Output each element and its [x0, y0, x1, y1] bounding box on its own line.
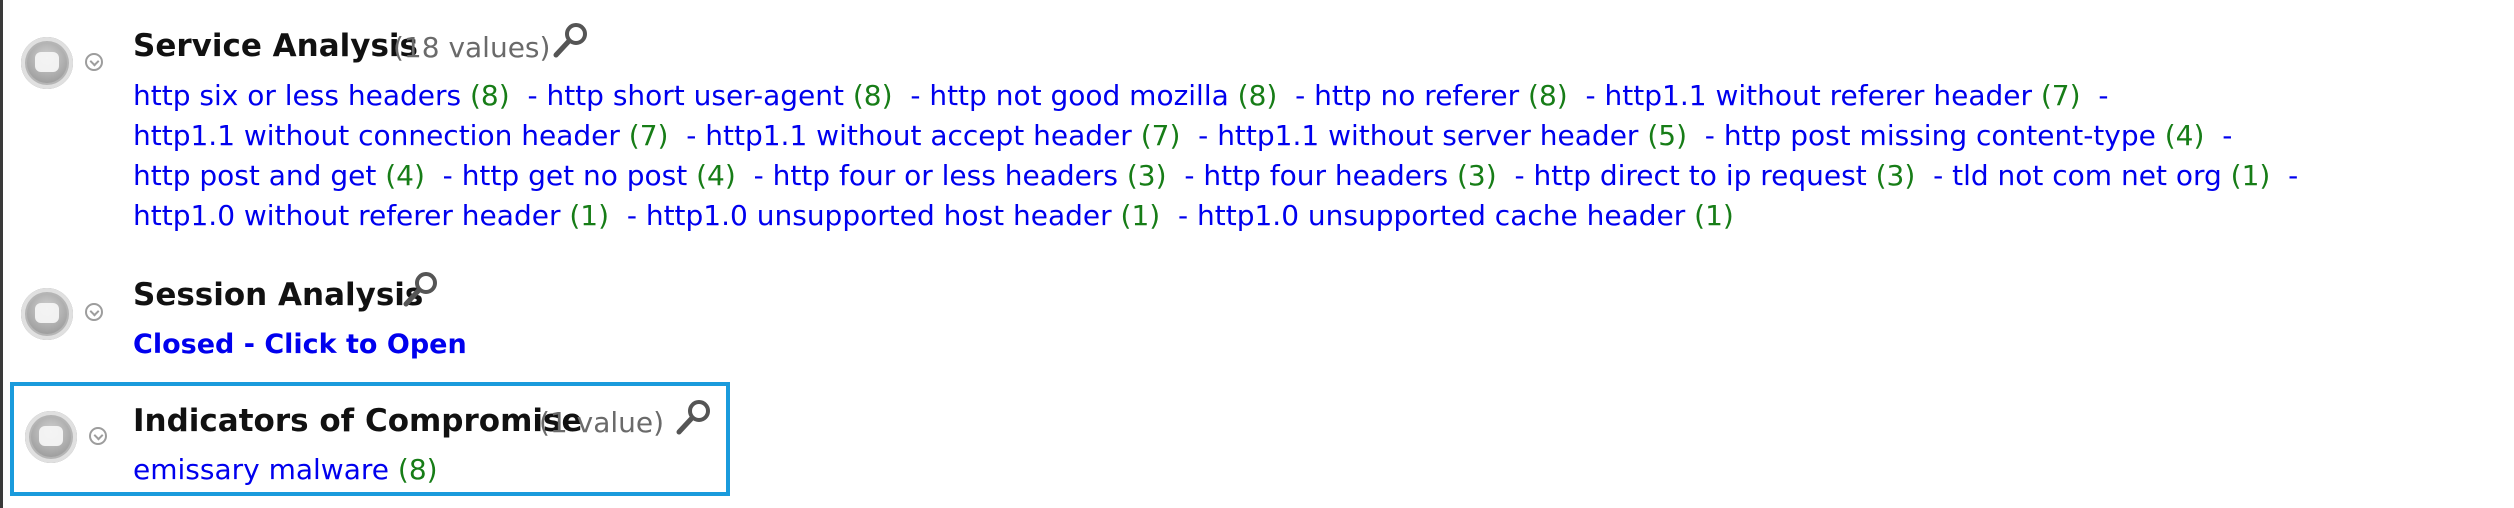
value-count: (7): [2031, 79, 2081, 112]
section-value-count: (18 values): [393, 31, 551, 64]
value-item: http1.0 without referer header (1): [133, 199, 609, 232]
value-item: http1.0 unsupported host header (1): [646, 199, 1160, 232]
value-count: (4): [687, 159, 736, 192]
magnifier-icon[interactable]: [675, 398, 713, 438]
section-value-count: (1 value): [539, 406, 665, 439]
value-item: http get no post (4): [462, 159, 736, 192]
section-title: Session Analysis: [133, 277, 424, 313]
drag-handle-icon[interactable]: [21, 288, 73, 340]
value-link[interactable]: http direct to ip request: [1533, 159, 1866, 192]
left-edge-rule: [0, 0, 3, 508]
value-separator: -: [1496, 159, 1534, 192]
chevron-down-icon[interactable]: [89, 427, 107, 445]
value-item: emissary malware (8): [133, 453, 438, 486]
value-link[interactable]: http post missing content-type: [1724, 119, 2156, 152]
value-item: tld not com net org (1): [1952, 159, 2270, 192]
value-item: http1.1 without accept header (7): [705, 119, 1180, 152]
value-count: (4): [376, 159, 425, 192]
chevron-down-icon[interactable]: [85, 303, 103, 321]
value-count: (3): [1866, 159, 1916, 192]
value-separator: -: [609, 199, 646, 232]
value-separator: -: [668, 119, 706, 152]
value-count: (8): [1228, 79, 1278, 112]
value-link[interactable]: http not good mozilla: [929, 79, 1228, 112]
value-count: (4): [2155, 119, 2205, 152]
value-item: http post missing content-type (4): [1724, 119, 2205, 152]
value-link[interactable]: http1.1 without connection header: [133, 119, 620, 152]
value-count: (3): [1448, 159, 1497, 192]
value-link[interactable]: http four headers: [1203, 159, 1448, 192]
value-separator: -: [735, 159, 773, 192]
value-link[interactable]: http post and get: [133, 159, 376, 192]
value-item: http direct to ip request (3): [1533, 159, 1915, 192]
value-item: http1.1 without referer header (7): [1605, 79, 2081, 112]
value-count: (1): [1685, 199, 1734, 232]
value-link[interactable]: http1.1 without referer header: [1605, 79, 2032, 112]
value-link[interactable]: http short user-agent: [546, 79, 844, 112]
value-link[interactable]: http1.1 without accept header: [705, 119, 1132, 152]
value-count: (8): [1519, 79, 1568, 112]
value-item: http no referer (8): [1314, 79, 1568, 112]
value-item: http six or less headers (8): [133, 79, 510, 112]
magnifier-icon[interactable]: [552, 21, 590, 61]
value-separator: -: [1166, 159, 1204, 192]
value-link[interactable]: http1.1 without server header: [1217, 119, 1638, 152]
value-item: http four or less headers (3): [773, 159, 1167, 192]
value-count: (1): [560, 199, 610, 232]
value-separator: -: [892, 79, 930, 112]
closed-click-to-open-link[interactable]: Closed - Click to Open: [133, 329, 467, 360]
value-separator: -: [1160, 199, 1197, 232]
value-count: (5): [1638, 119, 1687, 152]
value-separator: -: [2080, 79, 2109, 112]
value-count: (8): [389, 453, 438, 486]
value-link[interactable]: http six or less headers: [133, 79, 461, 112]
value-count: (1): [1111, 199, 1161, 232]
value-item: http1.1 without connection header (7): [133, 119, 668, 152]
value-separator: -: [1915, 159, 1953, 192]
value-link[interactable]: http get no post: [462, 159, 688, 192]
value-separator: -: [2204, 119, 2233, 152]
value-count: (8): [843, 79, 893, 112]
value-separator: -: [2270, 159, 2299, 192]
value-link[interactable]: http1.0 unsupported cache header: [1197, 199, 1685, 232]
value-item: http1.0 unsupported cache header (1): [1197, 199, 1734, 232]
value-separator: -: [1277, 79, 1315, 112]
section-indicators-of-compromise: Indicators of Compromise (1 value) emiss…: [10, 382, 730, 496]
value-item: http1.1 without server header (5): [1217, 119, 1687, 152]
section-title: Service Analysis: [133, 28, 419, 64]
value-link[interactable]: http no referer: [1314, 79, 1519, 112]
drag-handle-icon[interactable]: [25, 411, 77, 463]
value-separator: -: [424, 159, 462, 192]
value-separator: -: [1687, 119, 1724, 152]
section-title: Indicators of Compromise: [133, 403, 583, 439]
value-link[interactable]: tld not com net org: [1952, 159, 2222, 192]
value-link[interactable]: http1.0 without referer header: [133, 199, 560, 232]
value-item: http short user-agent (8): [546, 79, 892, 112]
value-item: http post and get (4): [133, 159, 425, 192]
value-item: http four headers (3): [1203, 159, 1496, 192]
value-link[interactable]: http four or less headers: [773, 159, 1118, 192]
chevron-down-icon[interactable]: [85, 53, 103, 71]
value-list: emissary malware (8): [133, 450, 723, 490]
value-count: (8): [461, 79, 510, 112]
drag-handle-icon[interactable]: [21, 37, 73, 89]
value-link[interactable]: emissary malware: [133, 453, 389, 486]
value-separator: -: [509, 79, 547, 112]
value-item: http not good mozilla (8): [929, 79, 1277, 112]
value-count: (1): [2221, 159, 2271, 192]
value-separator: -: [1180, 119, 1218, 152]
value-count: (7): [619, 119, 669, 152]
value-separator: -: [1567, 79, 1605, 112]
value-link[interactable]: http1.0 unsupported host header: [646, 199, 1112, 232]
value-count: (7): [1131, 119, 1181, 152]
value-list: http six or less headers (8) - http shor…: [133, 76, 2498, 236]
value-count: (3): [1117, 159, 1167, 192]
magnifier-icon[interactable]: [402, 270, 440, 310]
